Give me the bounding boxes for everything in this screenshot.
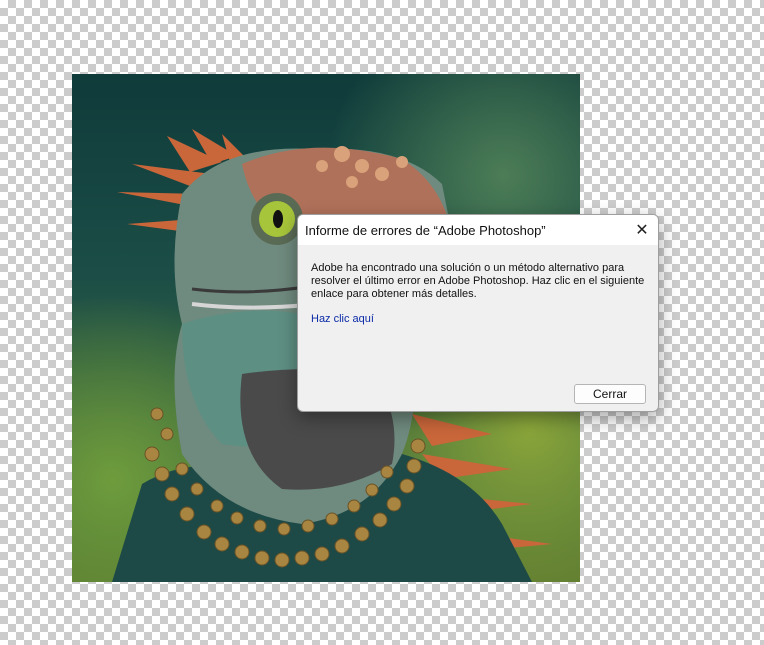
dialog-titlebar[interactable]: Informe de errores de “Adobe Photoshop” …	[298, 215, 658, 245]
error-report-dialog: Informe de errores de “Adobe Photoshop” …	[297, 214, 659, 412]
dialog-message: Adobe ha encontrado una solución o un mé…	[311, 262, 645, 300]
close-icon[interactable]: ✕	[626, 215, 658, 245]
close-button[interactable]: Cerrar	[574, 384, 646, 404]
details-link[interactable]: Haz clic aquí	[311, 313, 374, 325]
dialog-title: Informe de errores de “Adobe Photoshop”	[305, 223, 546, 238]
